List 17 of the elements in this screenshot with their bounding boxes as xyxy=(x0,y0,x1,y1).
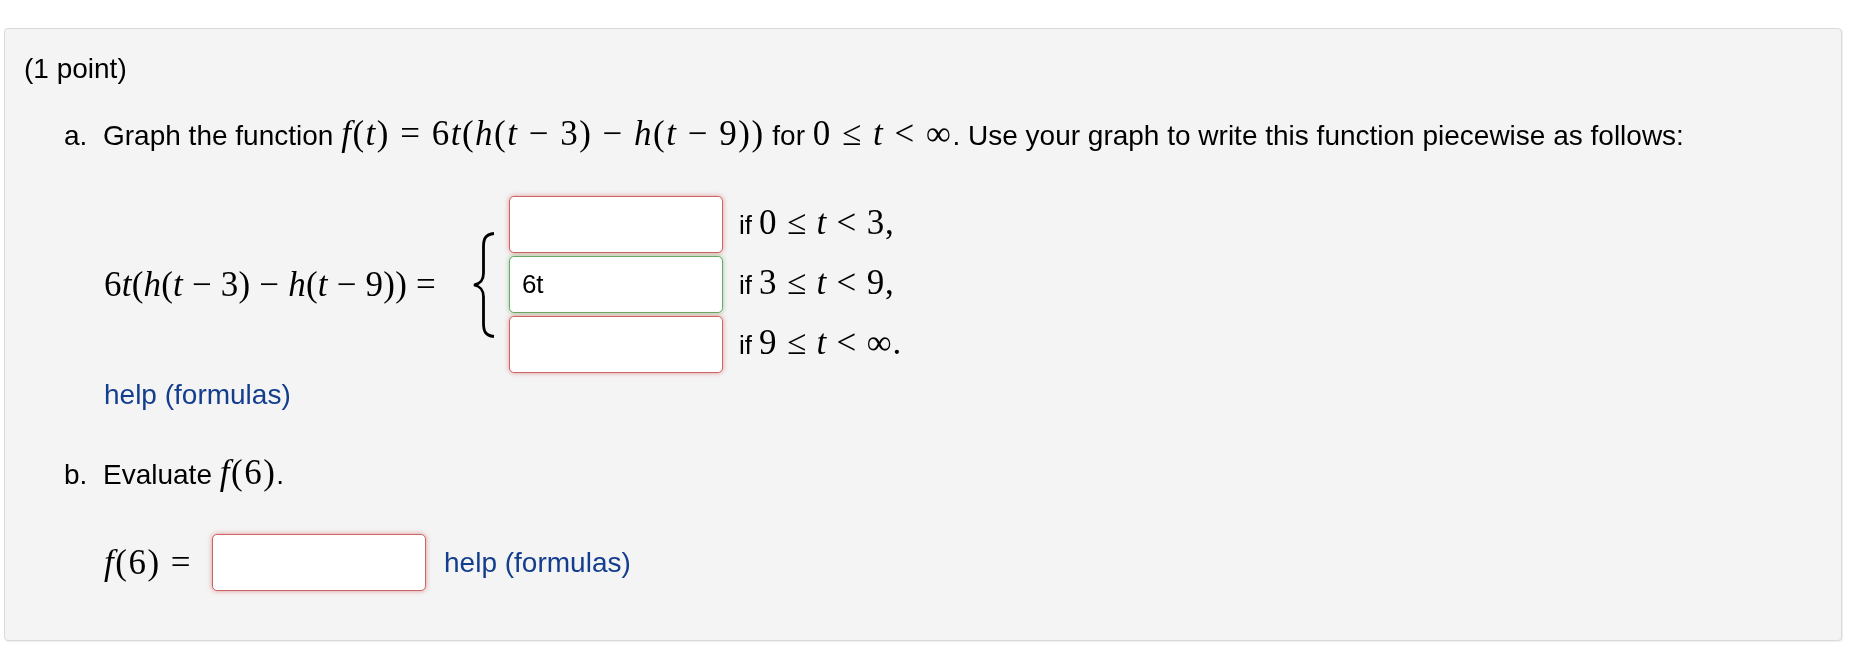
list-marker: b. xyxy=(64,458,89,492)
condition-text: if 3 ≤ t < 9, xyxy=(738,264,896,304)
question-text: Evaluate f(6). xyxy=(103,455,285,494)
condition-text: if 9 ≤ t < ∞. xyxy=(738,324,902,364)
points-label: (1 point) xyxy=(24,52,127,86)
answer-field[interactable] xyxy=(508,196,723,253)
equation-text: f(6) = xyxy=(104,545,193,580)
help-link[interactable]: help (formulas) xyxy=(444,543,631,582)
help-link[interactable]: help (formulas) xyxy=(104,379,291,410)
question-text: Graph the function f(t) = 6t(h(t − 3) − h(t − 9)) for 0 ≤ t < ∞. Use your graph to write this function piecewise as follows: xyxy=(103,116,1684,155)
answer-field[interactable] xyxy=(212,534,427,591)
equation-text: 6t(h(t − 3) − h(t − 9)) = xyxy=(104,267,436,302)
condition-text: if 0 ≤ t < 3, xyxy=(738,204,896,244)
answer-field[interactable] xyxy=(508,316,723,373)
answer-field[interactable]: 6t xyxy=(508,256,723,313)
list-marker: a. xyxy=(64,119,89,153)
brace-icon xyxy=(471,231,495,338)
